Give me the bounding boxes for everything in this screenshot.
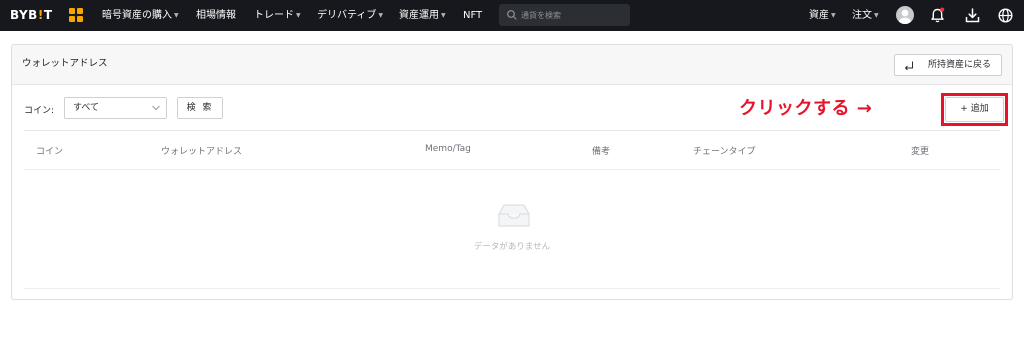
- logo-text-t: T: [43, 8, 53, 22]
- search-input[interactable]: [521, 8, 625, 22]
- nav-orders-label: 注文: [852, 10, 872, 21]
- user-avatar-icon: [899, 9, 911, 24]
- coin-search-box[interactable]: [499, 4, 630, 26]
- caret-down-icon: ▼: [874, 12, 879, 19]
- back-button-label: 所持資産に戻る: [927, 60, 991, 70]
- coin-select-value: すべて: [73, 103, 100, 113]
- table-bottom-divider: [24, 288, 1000, 289]
- table-top-divider: [24, 130, 1000, 131]
- nav-buy-crypto[interactable]: 暗号資産の購入 ▼: [102, 0, 179, 31]
- nav-orders[interactable]: 注文 ▼: [852, 0, 879, 31]
- caret-down-icon: ▼: [378, 12, 384, 19]
- empty-inbox-icon: [498, 204, 530, 227]
- nav-trade-label: トレード: [254, 10, 294, 21]
- search-button[interactable]: 検 索: [177, 97, 223, 119]
- back-to-assets-button[interactable]: 所持資産に戻る: [894, 54, 1002, 76]
- nav-assets-label: 資産: [809, 10, 829, 21]
- page-title: ウォレットアドレス: [22, 58, 108, 69]
- nav-derivatives[interactable]: デリバティブ ▼: [317, 0, 383, 31]
- avatar[interactable]: [896, 6, 914, 24]
- card-header: ウォレットアドレス 所持資産に戻る: [12, 45, 1012, 85]
- nav-market[interactable]: 相場情報: [196, 0, 236, 31]
- nav-nft-label: NFT: [463, 10, 483, 21]
- column-header-edit: 変更: [911, 147, 930, 157]
- column-header-coin: コイン: [36, 147, 64, 157]
- logo-text-byb: BYB: [10, 8, 38, 22]
- empty-state-text: データがありません: [473, 242, 551, 252]
- bell-icon[interactable]: [928, 6, 947, 25]
- coin-filter-label: コイン:: [24, 106, 55, 116]
- notification-dot: [940, 7, 945, 12]
- top-navigation-bar: BYB!T 暗号資産の購入 ▼ 相場情報 トレード ▼ デリバティブ ▼ 資産運用 ▼ …: [0, 0, 1024, 31]
- nav-nft[interactable]: NFT: [463, 0, 482, 31]
- coin-filter-select[interactable]: すべて: [64, 97, 167, 119]
- click-annotation: クリックする →: [739, 98, 873, 119]
- annotation-highlight-box: [941, 93, 1008, 126]
- nav-buy-crypto-label: 暗号資産の購入: [102, 10, 172, 21]
- caret-down-icon: ▼: [296, 12, 301, 19]
- bybit-logo[interactable]: BYB!T: [10, 8, 53, 22]
- column-header-wallet-address: ウォレットアドレス: [161, 147, 243, 157]
- column-header-chain-type: チェーンタイプ: [693, 147, 756, 157]
- caret-down-icon: ▼: [174, 12, 179, 19]
- nav-earn[interactable]: 資産運用 ▼: [399, 0, 446, 31]
- wallet-address-card: ウォレットアドレス 所持資産に戻る コイン: すべて 検 索 クリックする → …: [11, 44, 1013, 300]
- nav-trade[interactable]: トレード ▼: [254, 0, 301, 31]
- nav-earn-label: 資産運用: [399, 10, 439, 21]
- chevron-down-icon: [152, 105, 160, 111]
- nav-market-label: 相場情報: [196, 10, 236, 21]
- column-header-notes: 備考: [592, 147, 611, 157]
- search-icon: [507, 10, 517, 20]
- return-arrow-icon: [904, 61, 913, 70]
- column-header-memo-tag: Memo/Tag: [425, 144, 471, 154]
- globe-icon[interactable]: [996, 6, 1015, 25]
- caret-down-icon: ▼: [441, 12, 446, 19]
- download-icon[interactable]: [963, 6, 982, 25]
- apps-grid-icon[interactable]: [69, 8, 84, 23]
- nav-assets[interactable]: 資産 ▼: [809, 0, 836, 31]
- caret-down-icon: ▼: [831, 12, 836, 19]
- nav-derivatives-label: デリバティブ: [317, 10, 377, 21]
- table-header-divider: [24, 169, 1000, 170]
